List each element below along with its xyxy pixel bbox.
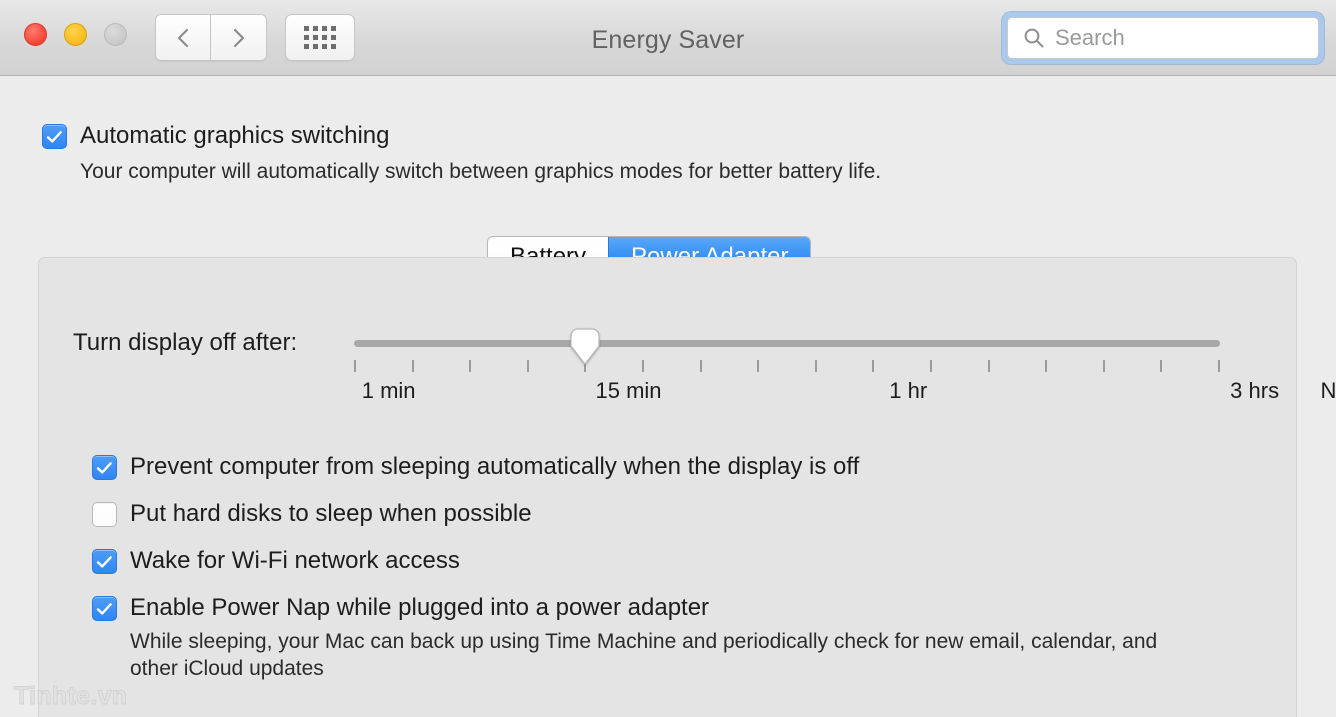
checkmark-icon xyxy=(46,130,62,143)
option-power-nap-checkbox[interactable] xyxy=(92,596,117,621)
search-placeholder: Search xyxy=(1055,25,1125,50)
power-options-list: Prevent computer from sleeping automatic… xyxy=(92,454,1190,682)
automatic-graphics-switching-label: Automatic graphics switching xyxy=(80,122,390,149)
slider-tick xyxy=(641,360,644,372)
slider-tick-label: 3 hrs xyxy=(1230,378,1280,403)
display-sleep-label: Turn display off after: xyxy=(73,329,298,356)
slider-tick xyxy=(354,360,356,372)
automatic-graphics-switching-description: Your computer will automatically switch … xyxy=(80,160,882,183)
preferences-content: Automatic graphics switching Your comput… xyxy=(0,76,1336,717)
slider-track[interactable] xyxy=(354,340,1220,347)
option-wake-for-wifi-checkbox[interactable] xyxy=(92,549,117,574)
slider-ticks xyxy=(354,360,1220,372)
option-wake-for-wifi-label: Wake for Wi-Fi network access xyxy=(130,547,460,574)
checkmark-icon xyxy=(96,602,112,615)
automatic-graphics-switching-checkbox[interactable] xyxy=(42,124,67,149)
option-wake-for-wifi[interactable]: Wake for Wi-Fi network access xyxy=(92,548,1190,574)
slider-thumb[interactable] xyxy=(568,326,602,366)
option-prevent-sleep-label: Prevent computer from sleeping automatic… xyxy=(130,453,860,480)
checkmark-icon xyxy=(96,461,112,474)
search-field-container[interactable]: Search xyxy=(1002,12,1324,64)
option-power-nap-description: While sleeping, your Mac can back up usi… xyxy=(130,630,1158,680)
slider-tick-labels: 1 min 15 min 1 hr 3 hrs Never xyxy=(354,378,1336,408)
option-hard-disk-sleep-label: Put hard disks to sleep when possible xyxy=(130,500,532,527)
checkmark-icon xyxy=(96,555,112,568)
search-icon xyxy=(1024,28,1044,48)
option-hard-disk-sleep[interactable]: Put hard disks to sleep when possible xyxy=(92,501,1190,527)
slider-tick xyxy=(1217,360,1220,372)
slider-tick xyxy=(699,360,702,372)
slider-tick xyxy=(1045,360,1048,372)
option-power-nap-group: Enable Power Nap while plugged into a po… xyxy=(92,595,1190,682)
slider-tick xyxy=(814,360,817,372)
slider-tick xyxy=(469,360,472,372)
option-power-nap-label: Enable Power Nap while plugged into a po… xyxy=(130,594,710,621)
slider-tick-label: 1 min xyxy=(361,378,416,403)
option-prevent-sleep[interactable]: Prevent computer from sleeping automatic… xyxy=(92,454,1190,480)
power-adapter-panel: Turn display off after: 1 min 15 min 1 hr 3… xyxy=(38,257,1336,717)
option-hard-disk-sleep-checkbox[interactable] xyxy=(92,502,117,527)
slider-tick-label: 15 min xyxy=(595,378,662,403)
slider-tick xyxy=(1160,360,1163,372)
slider-tick-label: 1 hr xyxy=(889,378,928,403)
slider-tick xyxy=(757,360,760,372)
automatic-graphics-switching-row[interactable]: Automatic graphics switching xyxy=(42,123,881,149)
slider-tick xyxy=(526,360,529,372)
window-titlebar: Energy Saver Search xyxy=(0,0,1336,76)
slider-tick xyxy=(872,360,875,372)
slider-tick-label: Never xyxy=(1320,378,1336,403)
slider-tick xyxy=(987,360,990,372)
automatic-graphics-switching-section: Automatic graphics switching Your comput… xyxy=(42,123,881,185)
slider-tick xyxy=(1102,360,1105,372)
slider-tick xyxy=(929,360,932,372)
option-power-nap[interactable]: Enable Power Nap while plugged into a po… xyxy=(92,595,1190,621)
option-prevent-sleep-checkbox[interactable] xyxy=(92,455,117,480)
search-input[interactable]: Search xyxy=(1007,17,1319,59)
slider-tick xyxy=(411,360,414,372)
